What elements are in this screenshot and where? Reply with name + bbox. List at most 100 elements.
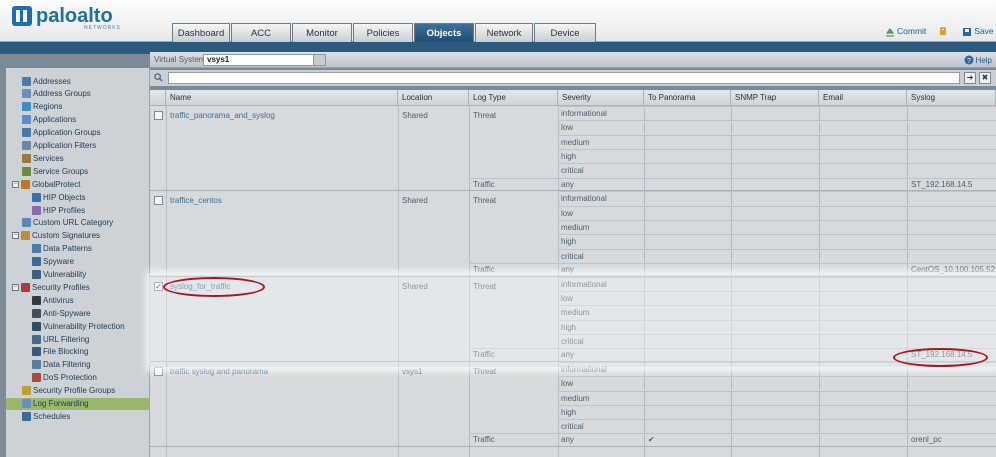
sidebar-item-addresses[interactable]: Addresses (6, 75, 149, 87)
severity-row: medium (558, 219, 996, 234)
sidebar-item-icon (22, 218, 31, 228)
severity-row: medium (558, 134, 996, 149)
sidebar-item-log-forwarding[interactable]: Log Forwarding (6, 397, 149, 410)
brand-sub: NETWORKS (84, 25, 121, 31)
sidebar-item-globalprotect[interactable]: − GlobalProtect (6, 178, 149, 190)
selected-row-highlight (150, 275, 996, 367)
syslog-annotation-oval (893, 348, 988, 367)
save-button[interactable]: Save (962, 26, 994, 37)
tab-acc[interactable]: ACC (231, 23, 291, 42)
sidebar-item-antivirus[interactable]: Antivirus (6, 294, 149, 306)
tab-policies[interactable]: Policies (353, 23, 413, 42)
sidebar-item-custom-signatures[interactable]: − Custom Signatures (6, 230, 149, 242)
sidebar-item-icon (22, 166, 31, 176)
sidebar-item-vulnerability-protection[interactable]: Vulnerability Protection (6, 320, 149, 332)
tree-toggle-icon[interactable]: − (12, 283, 19, 291)
sidebar-item-dos-protection[interactable]: DoS Protection (6, 372, 149, 384)
sidebar-item-label: Custom URL Category (33, 218, 114, 228)
help-link[interactable]: ? Help (964, 55, 992, 65)
severity-row: critical (558, 248, 996, 263)
column-header-syslog[interactable]: Syslog (907, 90, 996, 106)
severity-row: medium (558, 390, 996, 405)
sidebar-item-application-groups[interactable]: Application Groups (6, 127, 149, 139)
lock-icon[interactable] (938, 26, 948, 36)
sidebar-item-icon (32, 321, 41, 331)
help-icon: ? (964, 55, 974, 65)
sidebar-item-label: Anti-Spyware (43, 308, 91, 318)
row-checkbox[interactable] (154, 366, 163, 376)
severity-row: informational (558, 191, 996, 205)
sidebar-item-custom-url-category[interactable]: Custom URL Category (6, 217, 149, 229)
main-tabs: Dashboard ACC Monitor Policies Objects N… (172, 23, 597, 42)
sidebar-item-service-groups[interactable]: Service Groups (6, 165, 149, 177)
tab-network[interactable]: Network (475, 23, 533, 42)
clear-filter-button[interactable]: ✖ (979, 72, 991, 84)
severity-row: high (558, 404, 996, 419)
sidebar-item-label: Application Groups (33, 128, 101, 138)
column-header-severity[interactable]: Severity (558, 90, 644, 106)
tree-toggle-icon[interactable]: − (12, 232, 19, 240)
sidebar-item-regions[interactable]: Regions (6, 101, 149, 113)
row-name[interactable]: traffic syslog and panorama (170, 367, 268, 376)
sidebar-item-label: Address Groups (33, 89, 91, 99)
sidebar-item-security-profiles[interactable]: − Security Profiles (6, 281, 149, 293)
sidebar-item-file-blocking[interactable]: File Blocking (6, 346, 149, 358)
sidebar-item-application-filters[interactable]: Application Filters (6, 140, 149, 152)
column-header-snmp-trap[interactable]: SNMP Trap (731, 90, 819, 106)
sidebar-item-anti-spyware[interactable]: Anti-Spyware (6, 307, 149, 319)
column-header-to-panorama[interactable]: To Panorama (644, 90, 731, 106)
sidebar-item-url-filtering[interactable]: URL Filtering (6, 333, 149, 345)
sidebar-item-hip-objects[interactable]: HIP Objects (6, 191, 149, 203)
row-checkbox[interactable] (154, 196, 163, 206)
sidebar-item-address-groups[interactable]: Address Groups (6, 88, 149, 100)
apply-filter-button[interactable]: ➜ (964, 72, 976, 84)
row-checkbox[interactable] (154, 111, 163, 120)
row-log-type-traffic: Traffic (473, 264, 495, 274)
sidebar-item-data-filtering[interactable]: Data Filtering (6, 359, 149, 371)
sidebar-item-spyware[interactable]: Spyware (6, 256, 149, 268)
column-header-email[interactable]: Email (819, 90, 907, 106)
row-severity-any: any (561, 435, 574, 445)
filter-input[interactable] (168, 72, 960, 84)
vsys-select[interactable]: vsys1 (203, 54, 326, 66)
vsys-value: vsys1 (207, 55, 230, 64)
row-name[interactable]: traffice_centos (170, 196, 222, 205)
row-location: vsys1 (402, 366, 423, 376)
sidebar-item-icon (22, 115, 31, 125)
sidebar-item-icon (32, 192, 41, 202)
select-column-header[interactable] (150, 90, 166, 106)
column-header-name[interactable]: Name (166, 90, 398, 106)
sidebar-item-services[interactable]: Services (6, 152, 149, 164)
severity-row: low (558, 205, 996, 220)
commit-button[interactable]: Commit (885, 26, 926, 37)
sidebar-item-applications[interactable]: Applications (6, 114, 149, 126)
header-actions: Commit Save (885, 26, 994, 37)
sidebar-item-label: Log Forwarding (33, 399, 89, 408)
save-label: Save (974, 26, 994, 36)
severity-label: high (561, 407, 577, 417)
severity-label: informational (561, 194, 607, 204)
sidebar-item-icon (21, 231, 30, 241)
severity-label: low (561, 379, 574, 389)
row-name[interactable]: traffic_panorama_and_syslog (170, 111, 275, 120)
sidebar-item-label: Addresses (33, 76, 71, 86)
tab-objects[interactable]: Objects (414, 23, 474, 42)
tab-dashboard[interactable]: Dashboard (172, 23, 230, 42)
sidebar-item-hip-profiles[interactable]: HIP Profiles (6, 204, 149, 216)
sidebar-item-label: Data Filtering (43, 360, 91, 370)
severity-row: critical (558, 419, 996, 433)
sidebar-item-icon (32, 360, 41, 370)
paloalto-logo-icon (12, 6, 32, 26)
column-header-log-type[interactable]: Log Type (469, 90, 558, 106)
sidebar-item-icon (22, 153, 31, 163)
sidebar-item-vulnerability[interactable]: Vulnerability (6, 269, 149, 281)
tab-monitor[interactable]: Monitor (292, 23, 352, 42)
sidebar-item-data-patterns[interactable]: Data Patterns (6, 243, 149, 255)
sidebar-item-icon (32, 244, 41, 254)
sidebar-item-security-profile-groups[interactable]: Security Profile Groups (6, 385, 149, 397)
sidebar-item-schedules[interactable]: Schedules (6, 410, 149, 422)
sidebar-item-icon (22, 411, 31, 421)
tab-device[interactable]: Device (534, 23, 596, 42)
tree-toggle-icon[interactable]: − (12, 180, 19, 188)
column-header-location[interactable]: Location (398, 90, 469, 106)
